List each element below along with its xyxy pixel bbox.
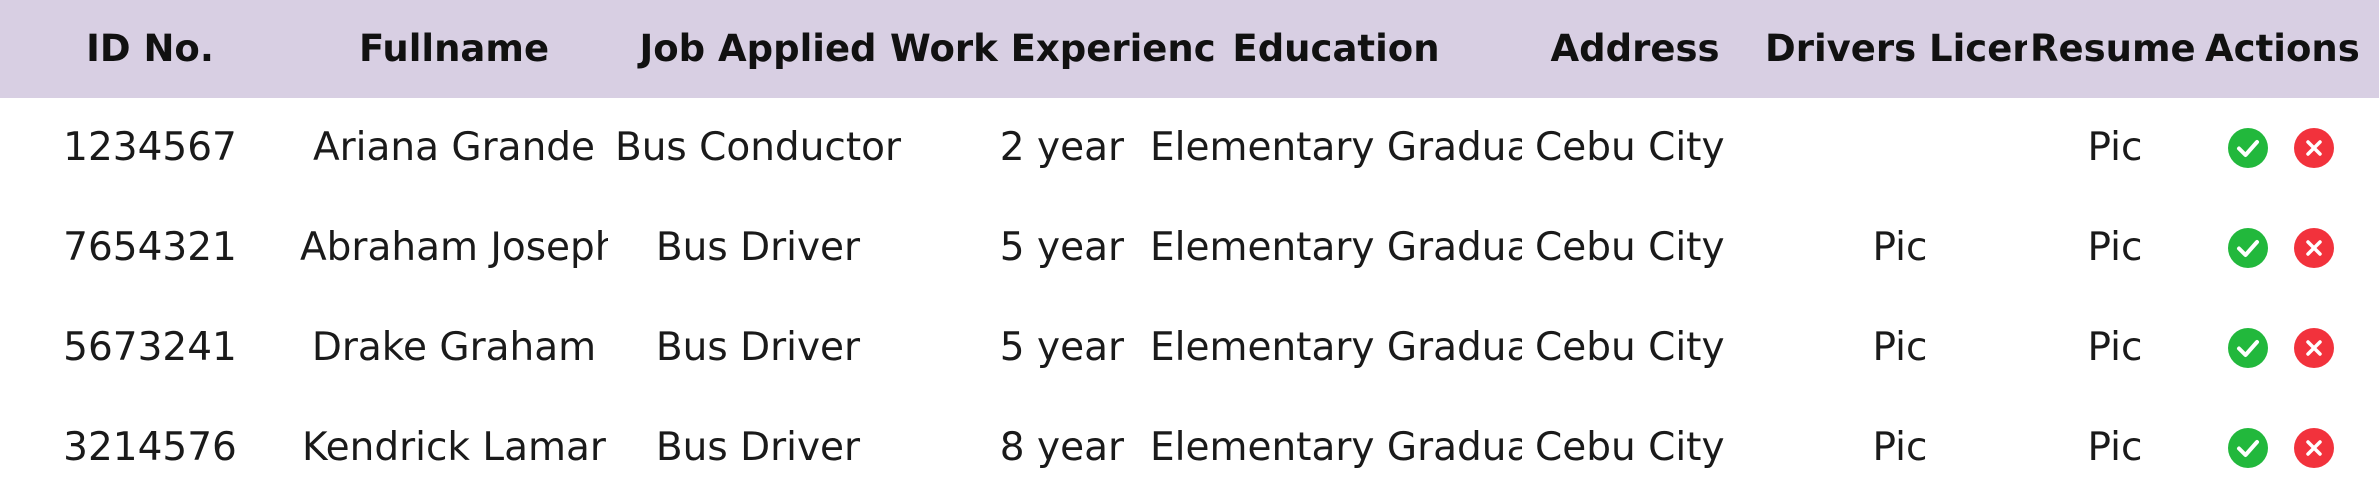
cell-id: 7654321	[63, 225, 237, 270]
close-icon	[2306, 440, 2322, 456]
table-row: 5673241 Drake Graham Bus Driver 5 year E…	[0, 298, 2379, 398]
cell-education: Elementary Graduate	[1150, 325, 1522, 370]
row-actions	[2228, 98, 2368, 198]
cell-resume-link[interactable]: Pic	[2030, 298, 2200, 398]
check-icon	[2237, 240, 2259, 257]
column-header-education[interactable]: Education	[1150, 0, 1522, 98]
cell-drivers-license-link[interactable]: Pic	[1765, 398, 2035, 498]
cell-education: Elementary Graduate	[1150, 125, 1522, 170]
cell-id: 1234567	[63, 125, 237, 170]
cell-id: 3214576	[63, 425, 237, 470]
column-header-fullname[interactable]: Fullname	[300, 0, 608, 98]
column-header-resume[interactable]: Resume	[2030, 0, 2202, 98]
column-header-id[interactable]: ID No.	[40, 0, 260, 98]
cell-drivers-license-link[interactable]: Pic	[1765, 198, 2035, 298]
cell-drivers-license-link[interactable]: Pic	[1765, 298, 2035, 398]
table-row: 1234567 Ariana Grande Bus Conductor 2 ye…	[0, 98, 2379, 198]
cell-drivers-license-link[interactable]	[1765, 98, 2035, 198]
check-icon	[2237, 140, 2259, 157]
cell-fullname: Kendrick Lamar	[302, 425, 606, 470]
reject-button[interactable]	[2294, 428, 2334, 468]
column-header-address[interactable]: Address	[1535, 0, 1735, 98]
cell-work-experience: 5 year	[999, 325, 1124, 370]
reject-button[interactable]	[2294, 128, 2334, 168]
cell-address: Cebu City	[1535, 225, 1725, 270]
cell-job-applied: Bus Driver	[655, 425, 861, 470]
cell-education: Elementary Graduate	[1150, 225, 1522, 270]
cell-fullname: Drake Graham	[311, 325, 597, 370]
applicants-table: ID No. Fullname Job Applied Work Experie…	[0, 0, 2379, 498]
check-icon	[2237, 440, 2259, 457]
column-header-actions: Actions	[2205, 27, 2360, 70]
cell-work-experience: 5 year	[999, 225, 1124, 270]
cell-id: 5673241	[63, 325, 237, 370]
cell-education: Elementary Graduate	[1150, 425, 1522, 470]
row-actions	[2228, 398, 2368, 498]
cell-resume-link[interactable]: Pic	[2030, 198, 2200, 298]
close-icon	[2306, 240, 2322, 256]
reject-button[interactable]	[2294, 328, 2334, 368]
close-icon	[2306, 140, 2322, 156]
cell-address: Cebu City	[1535, 125, 1725, 170]
accept-button[interactable]	[2228, 428, 2268, 468]
cell-job-applied: Bus Driver	[655, 225, 861, 270]
check-icon	[2237, 340, 2259, 357]
accept-button[interactable]	[2228, 228, 2268, 268]
column-header-drivers-license[interactable]: Drivers License	[1765, 0, 2027, 98]
table-row: 3214576 Kendrick Lamar Bus Driver 8 year…	[0, 398, 2379, 498]
row-actions	[2228, 198, 2368, 298]
cell-resume-link[interactable]: Pic	[2030, 398, 2200, 498]
cell-address: Cebu City	[1535, 325, 1725, 370]
column-header-job-applied[interactable]: Job Applied	[608, 0, 908, 98]
cell-work-experience: 2 year	[999, 125, 1124, 170]
cell-fullname: Ariana Grande	[312, 125, 596, 170]
accept-button[interactable]	[2228, 328, 2268, 368]
reject-button[interactable]	[2294, 228, 2334, 268]
cell-fullname: Abraham Joseph	[300, 225, 608, 270]
table-header: ID No. Fullname Job Applied Work Experie…	[0, 0, 2379, 98]
table-row: 7654321 Abraham Joseph Bus Driver 5 year…	[0, 198, 2379, 298]
accept-button[interactable]	[2228, 128, 2268, 168]
cell-work-experience: 8 year	[999, 425, 1124, 470]
close-icon	[2306, 340, 2322, 356]
cell-address: Cebu City	[1535, 425, 1725, 470]
row-actions	[2228, 298, 2368, 398]
cell-resume-link[interactable]: Pic	[2030, 98, 2200, 198]
cell-job-applied: Bus Driver	[655, 325, 861, 370]
cell-job-applied: Bus Conductor	[614, 125, 902, 170]
